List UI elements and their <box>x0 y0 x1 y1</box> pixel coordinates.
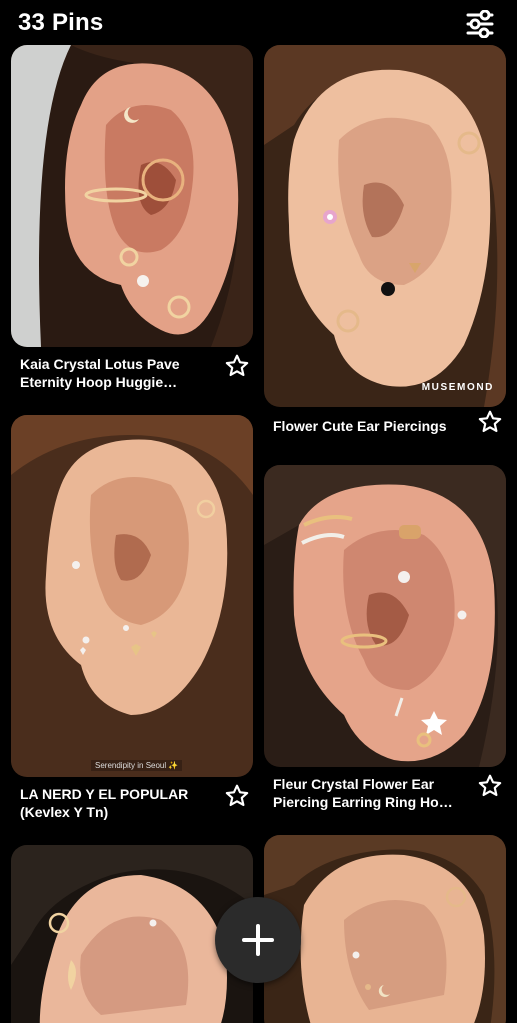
star-icon[interactable] <box>477 409 503 435</box>
pin-card[interactable]: MUSEMOND Flower Cute Ear Piercings <box>264 45 506 457</box>
pin-card[interactable] <box>264 835 506 1023</box>
image-watermark: Serendipity in Seoul ✨ <box>91 760 183 771</box>
pin-meta: Flower Cute Ear Piercings <box>264 407 506 457</box>
pin-meta: Fleur Crystal Flower Ear Piercing Earrin… <box>264 767 506 827</box>
pin-card[interactable]: Serendipity in Seoul ✨ LA NERD Y EL POPU… <box>11 415 253 837</box>
pin-image[interactable] <box>11 45 253 347</box>
pin-column-left: Kaia Crystal Lotus Pave Eternity Hoop Hu… <box>11 45 253 1023</box>
image-watermark: MUSEMOND <box>421 382 494 393</box>
pin-meta: Kaia Crystal Lotus Pave Eternity Hoop Hu… <box>11 347 253 407</box>
pin-card[interactable]: Kaia Crystal Lotus Pave Eternity Hoop Hu… <box>11 45 253 407</box>
sliders-icon[interactable] <box>465 9 495 39</box>
pin-card[interactable]: Fleur Crystal Flower Ear Piercing Earrin… <box>264 465 506 827</box>
pin-title[interactable]: LA NERD Y EL POPULAR (Kevlex Y Tn) <box>20 785 205 821</box>
star-icon[interactable] <box>477 773 503 799</box>
add-button[interactable] <box>215 897 301 983</box>
star-icon[interactable] <box>224 783 250 809</box>
pin-column-right: MUSEMOND Flower Cute Ear Piercings Fleur… <box>264 45 506 1023</box>
star-icon[interactable] <box>224 353 250 379</box>
pin-image[interactable]: Serendipity in Seoul ✨ <box>11 415 253 777</box>
pin-image[interactable] <box>264 835 506 1023</box>
top-bar: 33 Pins <box>0 0 517 46</box>
pin-title[interactable]: Kaia Crystal Lotus Pave Eternity Hoop Hu… <box>20 355 205 391</box>
pin-meta: LA NERD Y EL POPULAR (Kevlex Y Tn) <box>11 777 253 837</box>
pin-count-title: 33 Pins <box>18 9 104 36</box>
pin-image[interactable] <box>264 465 506 767</box>
pin-title[interactable]: Flower Cute Ear Piercings <box>273 415 458 435</box>
plus-icon <box>242 924 274 956</box>
pin-title[interactable]: Fleur Crystal Flower Ear Piercing Earrin… <box>273 775 458 811</box>
pin-image[interactable]: MUSEMOND <box>264 45 506 407</box>
